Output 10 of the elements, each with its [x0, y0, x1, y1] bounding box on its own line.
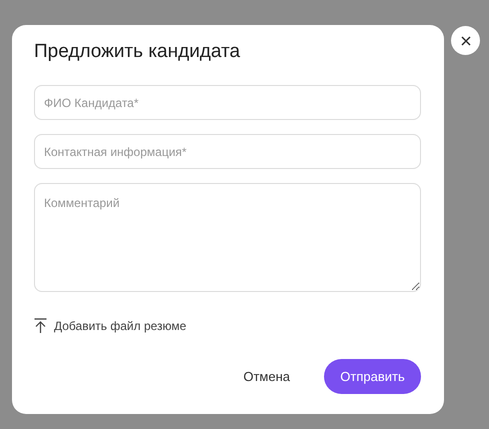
text-field[interactable]: Контактная информация*	[34, 134, 421, 169]
text-field[interactable]: ФИО Кандидата*	[34, 85, 421, 120]
comment-field[interactable]: Комментарий	[34, 183, 421, 292]
cancel-button[interactable]: Отмена	[243, 359, 290, 394]
submit-button[interactable]: Отправить	[324, 359, 421, 394]
upload-icon[interactable]	[34, 318, 47, 334]
close-button[interactable]	[451, 26, 480, 55]
dialog-title: Предложить кандидата	[34, 40, 240, 64]
attach-file-link[interactable]: Добавить файл резюме	[54, 317, 186, 335]
close-icon	[460, 36, 470, 46]
